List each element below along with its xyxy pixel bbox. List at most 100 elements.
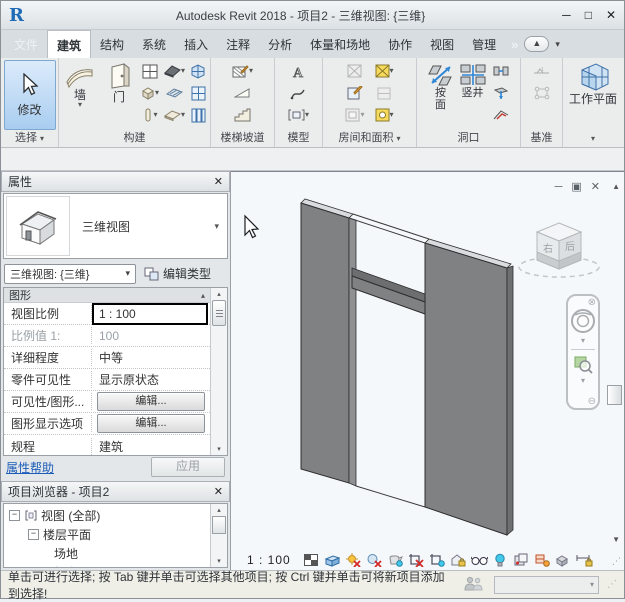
displacement-sets-icon[interactable] — [513, 552, 530, 568]
scroll-up-icon[interactable]: ▴ — [217, 506, 221, 514]
type-caret-icon[interactable]: ▾ — [214, 221, 219, 232]
work-plane-button[interactable]: 工作平面 — [565, 60, 621, 106]
room-button[interactable] — [344, 60, 365, 82]
navbar-collapse-icon[interactable]: ⊖ — [588, 396, 596, 407]
viewcube[interactable]: 右 后 — [519, 223, 599, 277]
ceiling-button[interactable] — [163, 82, 186, 104]
window-resize-grip[interactable]: ⋰ — [607, 579, 617, 590]
edit-type-button[interactable]: 编辑类型 — [144, 265, 211, 282]
maximize-button[interactable]: □ — [585, 8, 592, 22]
opening-by-face-button[interactable]: 按 面 — [428, 60, 454, 111]
zoom-caret-icon[interactable]: ▾ — [581, 376, 585, 385]
tab-manage[interactable]: 管理 — [463, 30, 505, 58]
section-collapse-icon[interactable]: ▴ — [201, 291, 205, 300]
component-button[interactable]: ▾ — [139, 82, 160, 104]
vertical-opening-button[interactable] — [492, 82, 510, 104]
browser-close-icon[interactable]: ✕ — [214, 485, 223, 498]
browser-header[interactable]: 项目浏览器 - 项目2 ✕ — [1, 481, 230, 502]
properties-help-link[interactable]: 属性帮助 — [6, 459, 54, 476]
model-line-button[interactable] — [287, 82, 310, 104]
canvas-scroll-down-icon[interactable]: ▼ — [612, 535, 620, 544]
curtain-grid-button[interactable] — [189, 82, 207, 104]
panel-label-stairs[interactable]: 楼梯坡道 — [211, 131, 274, 147]
ribbon-state-toggle[interactable]: ▲ — [524, 36, 549, 52]
properties-header[interactable]: 属性 ✕ — [1, 171, 230, 192]
show-crop-region-icon[interactable] — [429, 552, 446, 568]
scroll-thumb[interactable] — [212, 516, 226, 534]
tab-view[interactable]: 视图 — [421, 30, 463, 58]
tab-systems[interactable]: 系统 — [133, 30, 175, 58]
tree-item-views[interactable]: − 视图 (全部) — [4, 506, 210, 525]
wall-opening-button[interactable] — [492, 60, 510, 82]
drawing-area[interactable]: 右 后 ─ ▣ ✕ ▲ ▼ ⊗ ▾ — [231, 171, 624, 570]
shadows-off-icon[interactable] — [366, 552, 383, 568]
browser-scrollbar[interactable]: ▴ ▾ — [210, 504, 227, 567]
visibility-edit-button[interactable]: 编辑... — [97, 392, 205, 411]
grid-button[interactable] — [532, 82, 551, 104]
model-text-button[interactable]: A — [287, 60, 310, 82]
tab-collaborate[interactable]: 协作 — [379, 30, 421, 58]
view-restore-icon[interactable]: ▣ — [571, 180, 581, 193]
shaft-opening-button[interactable]: 竖井 — [458, 60, 488, 99]
panel-label-opening[interactable]: 洞口 — [417, 131, 520, 147]
wheel-caret-icon[interactable]: ▾ — [581, 336, 585, 345]
modify-button[interactable]: 修改 — [4, 60, 56, 130]
zoom-tool-icon[interactable] — [573, 354, 593, 374]
apply-button[interactable]: 应用 — [151, 457, 225, 477]
scroll-up-icon[interactable]: ▴ — [217, 290, 221, 298]
section-graphics[interactable]: 图形 ▴ — [4, 288, 210, 303]
room-separator-button[interactable] — [344, 82, 365, 104]
tab-analyze[interactable]: 分析 — [259, 30, 301, 58]
close-button[interactable]: ✕ — [606, 8, 616, 22]
scroll-thumb[interactable] — [212, 300, 226, 326]
selection-filter-combobox[interactable]: ▾ — [494, 576, 599, 594]
view-close-icon[interactable]: ✕ — [591, 180, 600, 193]
properties-scrollbar[interactable]: ▴ ▾ — [210, 288, 227, 455]
viewcube-right-face[interactable]: 右 — [543, 242, 553, 255]
parts-visibility-field[interactable]: 显示原状态 — [92, 371, 210, 388]
tab-insert[interactable]: 插入 — [175, 30, 217, 58]
crop-view-off-icon[interactable] — [408, 552, 425, 568]
door-button[interactable]: 门 — [102, 60, 136, 104]
tab-architecture[interactable]: 建筑 — [47, 30, 91, 58]
reveal-hidden-elements-icon[interactable] — [471, 552, 488, 568]
tab-file[interactable]: 文件 — [5, 30, 47, 58]
temporary-view-properties-icon[interactable] — [492, 552, 509, 568]
properties-close-icon[interactable]: ✕ — [214, 175, 223, 188]
panel-label-model[interactable]: 模型 — [275, 131, 322, 147]
curtain-system-button[interactable] — [189, 60, 207, 82]
revit-logo-icon[interactable]: R — [9, 5, 39, 26]
discipline-field[interactable]: 建筑 — [92, 438, 210, 455]
panel-label-build[interactable]: 构建 — [59, 131, 210, 147]
navigation-bar[interactable]: ⊗ ▾ ▾ ⊖ — [566, 294, 600, 410]
panel-label-workplane[interactable]: ▾ — [563, 131, 623, 147]
ramp-button[interactable] — [231, 82, 254, 104]
tag-room-button[interactable]: ▾ — [344, 104, 365, 126]
worksharing-display-icon[interactable] — [555, 552, 572, 568]
dormer-opening-button[interactable] — [492, 104, 510, 126]
area-boundary-button[interactable] — [374, 82, 395, 104]
window-button[interactable] — [139, 60, 160, 82]
view-scale-button[interactable]: 1 : 100 — [247, 553, 291, 567]
expander-icon[interactable]: − — [28, 529, 39, 540]
visual-style-icon[interactable] — [324, 552, 341, 568]
scroll-down-icon[interactable]: ▾ — [217, 557, 221, 565]
locked-3d-view-icon[interactable] — [450, 552, 467, 568]
tag-area-button[interactable]: ▾ — [374, 104, 395, 126]
graphic-display-edit-button[interactable]: 编辑... — [97, 414, 205, 433]
expander-icon[interactable]: − — [9, 510, 20, 521]
steering-wheel-icon[interactable] — [570, 308, 596, 334]
sun-path-off-icon[interactable] — [345, 552, 362, 568]
type-selector[interactable]: 三维视图 ▾ — [3, 193, 228, 259]
ribbon-state-caret-icon[interactable]: ▾ — [555, 39, 560, 50]
instance-combobox[interactable]: 三维视图: {三维} ▾ — [4, 264, 136, 284]
floor-button[interactable]: ▾ — [163, 104, 186, 126]
canvas-scroll-up-icon[interactable]: ▲ — [612, 182, 620, 191]
tab-massing-site[interactable]: 体量和场地 — [301, 30, 379, 58]
roof-button[interactable]: ▾ — [163, 60, 186, 82]
model-group-button[interactable]: ▾ — [287, 104, 310, 126]
canvas-resize-grip[interactable]: ⋰ — [612, 556, 621, 567]
view-minimize-icon[interactable]: ─ — [555, 181, 563, 193]
viewcube-back-face[interactable]: 后 — [565, 241, 575, 253]
stair-button[interactable] — [231, 104, 254, 126]
